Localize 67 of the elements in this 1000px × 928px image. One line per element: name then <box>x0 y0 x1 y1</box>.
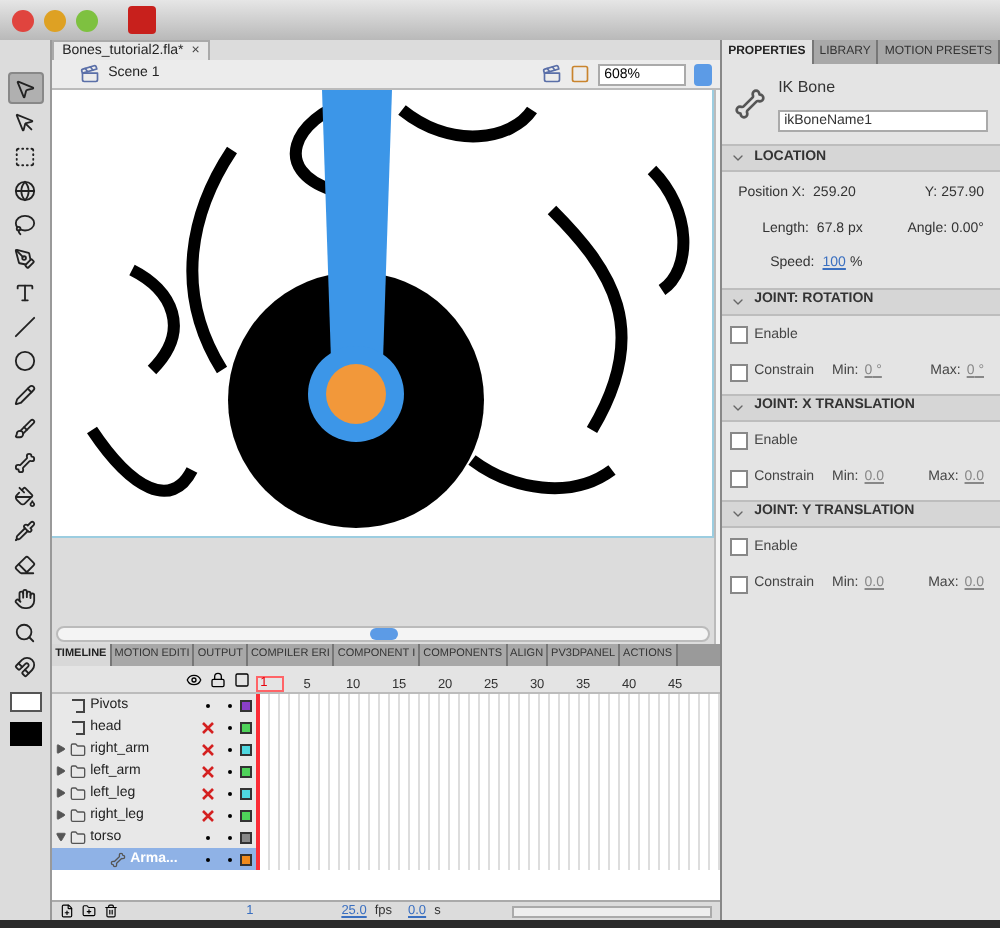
folder-icon <box>70 785 87 801</box>
pointer-icon <box>14 111 37 133</box>
eyedropper-icon <box>14 519 37 541</box>
search-icon <box>14 621 37 643</box>
hidden-x-icon[interactable] <box>202 809 215 821</box>
bone-icon <box>734 88 767 120</box>
tool-button[interactable] <box>7 72 44 104</box>
hand-icon <box>14 587 37 609</box>
new-folder-icon[interactable] <box>82 904 97 918</box>
layer-color-swatch[interactable] <box>240 831 253 843</box>
layer-color-swatch[interactable] <box>240 787 253 799</box>
stroke-color-swatch[interactable] <box>9 692 42 712</box>
checkbox[interactable] <box>730 469 749 488</box>
magnet-icon <box>14 655 37 677</box>
hidden-x-icon[interactable] <box>202 721 215 733</box>
folder-icon <box>70 763 87 779</box>
dashed-square-icon <box>14 145 37 167</box>
eye-icon[interactable] <box>186 671 203 687</box>
arrow-icon <box>14 77 37 99</box>
lock-icon[interactable] <box>210 671 227 687</box>
hidden-x-icon[interactable] <box>202 743 215 755</box>
armature-icon <box>110 851 127 867</box>
eraser-icon <box>14 553 37 575</box>
lasso-icon <box>14 213 37 235</box>
layer-color-swatch[interactable] <box>240 809 253 821</box>
layer-color-swatch[interactable] <box>240 721 253 733</box>
bone-tool-icon <box>14 451 37 473</box>
circle-icon <box>14 349 37 371</box>
hidden-x-icon[interactable] <box>202 765 215 777</box>
pen-icon <box>14 247 37 269</box>
layer-color-swatch[interactable] <box>240 853 253 865</box>
layer-color-swatch[interactable] <box>240 699 253 711</box>
globe-icon <box>14 179 37 201</box>
close-icon[interactable] <box>12 9 34 31</box>
new-layer-icon[interactable] <box>60 904 75 918</box>
checkbox[interactable] <box>730 432 749 451</box>
collapsed-arrow-icon[interactable] <box>56 744 67 754</box>
checkbox[interactable] <box>730 326 749 345</box>
app-logo-icon <box>128 6 156 34</box>
collapse-icon[interactable] <box>730 150 747 166</box>
line-icon <box>14 315 37 337</box>
folder-icon <box>70 807 87 823</box>
vertical-scrollbar[interactable] <box>714 90 721 644</box>
expanded-arrow-icon[interactable] <box>56 832 67 842</box>
timeline-scrollbar[interactable] <box>512 905 713 917</box>
checkbox[interactable] <box>730 575 749 594</box>
collapsed-arrow-icon[interactable] <box>56 788 67 798</box>
folder-icon <box>70 829 87 845</box>
brush-icon <box>14 417 37 439</box>
collapsed-arrow-icon[interactable] <box>56 766 67 776</box>
horizontal-scrollbar[interactable] <box>56 626 711 642</box>
collapsed-arrow-icon[interactable] <box>56 810 67 820</box>
checkbox[interactable] <box>730 538 749 557</box>
text-tool-icon <box>14 281 37 303</box>
fill-color-swatch[interactable] <box>9 722 42 746</box>
pencil-icon <box>14 383 37 405</box>
frame-cells[interactable] <box>256 694 721 716</box>
checkbox[interactable] <box>730 363 749 382</box>
paint-bucket-icon <box>14 485 37 507</box>
layer-color-swatch[interactable] <box>240 765 253 777</box>
scene-icon <box>80 64 101 84</box>
hidden-x-icon[interactable] <box>202 787 215 799</box>
scroll-thumb[interactable] <box>369 628 398 640</box>
folder-icon <box>70 741 87 757</box>
object-type: IK Bone <box>778 76 838 100</box>
delete-icon[interactable] <box>104 904 119 918</box>
layer-color-swatch[interactable] <box>240 743 253 755</box>
